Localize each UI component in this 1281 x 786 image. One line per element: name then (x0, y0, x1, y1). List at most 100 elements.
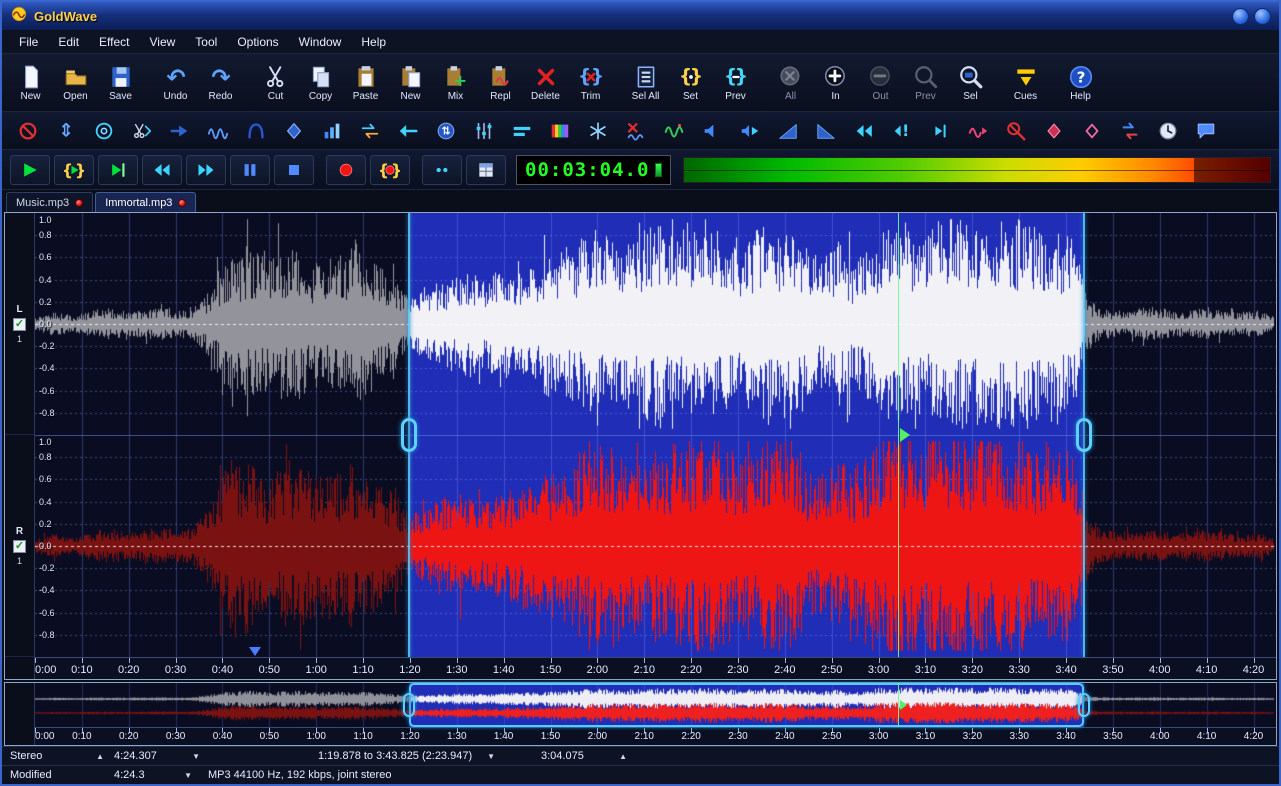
flanger-button[interactable] (280, 117, 308, 145)
cut-button[interactable]: Cut (253, 57, 298, 109)
zoom-all-button[interactable]: All (768, 57, 813, 109)
effect-disable-button[interactable] (14, 117, 42, 145)
playback-position[interactable]: 3:04.075 ▲ (541, 750, 633, 762)
display-length[interactable]: 4:24.3 ▼ (114, 769, 198, 781)
record-button[interactable] (326, 154, 366, 185)
menu-effect[interactable]: Effect (90, 32, 138, 52)
fade-in-button[interactable] (774, 117, 802, 145)
overview-selection-start-handle[interactable] (403, 693, 416, 717)
rewind-button[interactable] (142, 154, 182, 185)
selection-range-dropdown-down-icon[interactable]: ▼ (487, 752, 495, 761)
channel-l-enable-checkbox[interactable]: ✓ (13, 317, 26, 331)
paste-new-button[interactable]: New (388, 57, 433, 109)
playback-position-marker[interactable] (897, 213, 899, 657)
close-button[interactable] (1254, 7, 1271, 25)
doppler-button[interactable] (204, 117, 232, 145)
modified-state[interactable]: Modified (10, 769, 110, 781)
echo-button[interactable] (1078, 117, 1106, 145)
playback-device-button[interactable]: ⇅ (432, 117, 460, 145)
tab-modified-dot[interactable] (75, 198, 84, 207)
overview-ruler[interactable]: 0:00 0:10 0:20 0:30 0:40 0:50 1:00 1:10 1:20 1:30… (35, 727, 1276, 745)
menu-view[interactable]: View (141, 32, 185, 52)
stop-button[interactable] (274, 154, 314, 185)
mix-button[interactable]: + Mix (433, 57, 478, 109)
right-channel-canvas[interactable] (35, 435, 1276, 657)
copy-button[interactable]: Copy (298, 57, 343, 109)
zoom-out-button[interactable]: Out (858, 57, 903, 109)
control-window-button[interactable] (466, 154, 506, 185)
monitor-button[interactable] (422, 154, 462, 185)
file-format[interactable]: MP3 44100 Hz, 192 kbps, joint stereo (208, 769, 397, 781)
selection-end-handle[interactable] (1075, 418, 1092, 452)
equalizer-button[interactable] (470, 117, 498, 145)
channel-mode[interactable]: Stereo ▲ (10, 750, 110, 762)
time-ruler[interactable]: 0:00 0:10 0:20 0:30 0:40 0:50 1:00 1:10 1:20 1:30… (35, 657, 1276, 679)
play-selection-button[interactable]: {} (54, 154, 94, 185)
playback-position-dropdown-up-icon[interactable]: ▲ (619, 752, 627, 761)
smart-edit-button[interactable] (128, 117, 156, 145)
prev-marker-button[interactable]: {} Prev (713, 57, 758, 109)
silence-removal-button[interactable] (622, 117, 650, 145)
minimize-button[interactable] (1232, 7, 1249, 25)
replace-button[interactable]: Repl (478, 57, 523, 109)
play-from-button[interactable] (98, 154, 138, 185)
menu-window[interactable]: Window (290, 32, 351, 52)
match-volume-button[interactable] (90, 117, 118, 145)
menu-tool[interactable]: Tool (186, 32, 226, 52)
pitch-shift-button[interactable] (964, 117, 992, 145)
overview-selection-box[interactable] (409, 683, 1084, 727)
set-marker-button[interactable]: {} Set (668, 57, 713, 109)
cue-marker[interactable] (249, 647, 262, 656)
open-button[interactable]: Open (53, 57, 98, 109)
swap-channels-button[interactable] (356, 117, 384, 145)
overview-selection-end-handle[interactable] (1077, 693, 1090, 717)
undo-button[interactable]: ↶ Undo (153, 57, 198, 109)
menu-file[interactable]: File (10, 32, 47, 52)
waveform-area[interactable]: 0:00 0:10 0:20 0:30 0:40 0:50 1:00 1:10 1:20 1:30… (35, 213, 1276, 679)
invert-button[interactable] (242, 117, 270, 145)
menu-help[interactable]: Help (352, 32, 395, 52)
fast-forward-button[interactable] (186, 154, 226, 185)
zoom-prev-button[interactable]: Prev (903, 57, 948, 109)
overview-area[interactable]: 0:00 0:10 0:20 0:30 0:40 0:50 1:00 1:10 1:20 1:30… (35, 683, 1276, 745)
record-selection-button[interactable]: {} (370, 154, 410, 185)
timer-button[interactable] (1154, 117, 1182, 145)
tab-music-mp3[interactable]: Music.mp3 (6, 192, 94, 212)
selection-start-handle[interactable] (401, 418, 418, 452)
channel-mixer-button[interactable] (1116, 117, 1144, 145)
step-forward-button[interactable] (926, 117, 954, 145)
cues-button[interactable]: Cues (1003, 57, 1048, 109)
noise-reduction-button[interactable] (584, 117, 612, 145)
comments-button[interactable] (1192, 117, 1220, 145)
play-button[interactable] (10, 154, 50, 185)
speaker-button[interactable] (698, 117, 726, 145)
channel-r-enable-checkbox[interactable]: ✓ (13, 539, 26, 553)
tab-immortal-mp3[interactable]: Immortal.mp3 (95, 192, 197, 212)
redo-button[interactable]: ↷ Redo (198, 57, 243, 109)
tab-modified-dot[interactable] (178, 198, 187, 207)
adjust-volume-button[interactable]: ⇕ (52, 117, 80, 145)
shift-left-button[interactable] (850, 117, 878, 145)
total-length[interactable]: 4:24.307 ▼ (114, 750, 206, 762)
left-channel-canvas[interactable] (35, 213, 1276, 435)
overview-playback-marker[interactable] (897, 683, 899, 727)
total-length-dropdown-down-icon[interactable]: ▼ (192, 752, 200, 761)
fade-out-button[interactable] (812, 117, 840, 145)
reverb-button[interactable] (1040, 117, 1068, 145)
select-all-button[interactable]: Sel All (623, 57, 668, 109)
delete-button[interactable]: Delete (523, 57, 568, 109)
channel-mode-dropdown-up-icon[interactable]: ▲ (96, 752, 104, 761)
menu-edit[interactable]: Edit (49, 32, 88, 52)
noise-gate-button[interactable] (1002, 117, 1030, 145)
pause-button[interactable] (230, 154, 270, 185)
seek-warning-button[interactable]: ! (888, 117, 916, 145)
help-button[interactable]: ? Help (1058, 57, 1103, 109)
menu-options[interactable]: Options (228, 32, 287, 52)
trim-button[interactable]: {} Trim (568, 57, 613, 109)
goto-marker-button[interactable] (166, 117, 194, 145)
zoom-sel-button[interactable]: Sel (948, 57, 993, 109)
display-length-dropdown-down-icon[interactable]: ▼ (184, 771, 192, 780)
spectrum-filter-button[interactable] (546, 117, 574, 145)
selection-range[interactable]: 1:19.878 to 3:43.825 (2:23.947) ▼ (318, 750, 501, 762)
back-shift-button[interactable] (394, 117, 422, 145)
